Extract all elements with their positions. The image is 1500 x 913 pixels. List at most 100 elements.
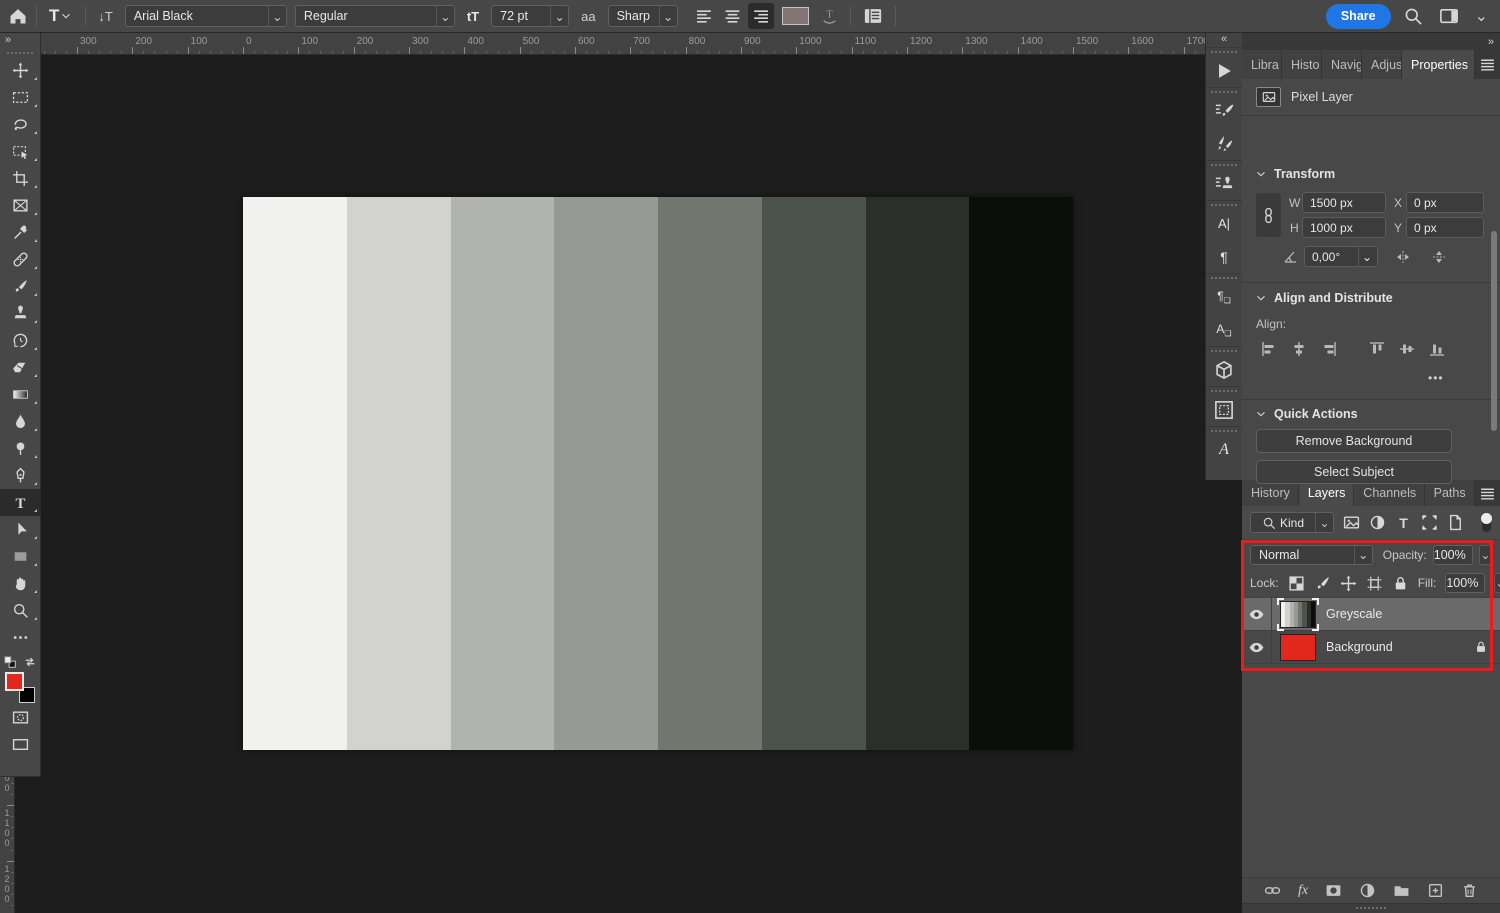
lock-position-icon[interactable] [1340, 575, 1357, 592]
tool-zoom[interactable] [0, 597, 41, 624]
panel-grip[interactable] [7, 52, 33, 54]
expand-tools-icon[interactable]: » [0, 33, 16, 48]
font-style-select[interactable]: Regular ⌄ [295, 5, 455, 27]
layer-name[interactable]: Greyscale [1326, 607, 1382, 621]
collapsed-panel-clone-source-icon[interactable] [1206, 167, 1243, 200]
add-layer-mask-icon[interactable] [1325, 882, 1342, 899]
new-adjustment-layer-icon[interactable] [1359, 882, 1376, 899]
delete-layer-icon[interactable] [1461, 882, 1478, 899]
layer-style-icon[interactable]: fx [1298, 883, 1308, 899]
default-colors-icon[interactable] [3, 655, 17, 669]
align-top-edges-icon[interactable] [1368, 341, 1386, 357]
foreground-color-well[interactable] [5, 672, 24, 691]
tool-dodge[interactable] [0, 435, 41, 462]
tab-histogram[interactable]: Histo [1282, 50, 1322, 79]
new-layer-icon[interactable] [1427, 882, 1444, 899]
collapse-strip-icon[interactable]: « [1221, 33, 1227, 47]
lock-paint-icon[interactable] [1314, 575, 1331, 592]
tool-path-selection[interactable] [0, 516, 41, 543]
collapsed-panel-glyphs-icon[interactable]: A [1206, 433, 1243, 466]
collapsed-panel-actions-play-icon[interactable] [1206, 54, 1243, 87]
properties-scrollbar[interactable] [1491, 231, 1497, 431]
opacity-scrubber[interactable]: ⌄ [1479, 545, 1492, 565]
panel-grip[interactable] [1211, 91, 1237, 93]
tool-rectangular-marquee[interactable] [0, 84, 41, 111]
panel-resize-grip[interactable] [1242, 903, 1500, 913]
panel-grip[interactable] [1211, 164, 1237, 166]
layer-row-background[interactable]: Background [1242, 631, 1500, 664]
tab-libraries[interactable]: Libra [1242, 50, 1282, 79]
tool-clone-stamp[interactable] [0, 300, 41, 327]
tool-frame[interactable] [0, 192, 41, 219]
opacity-input[interactable]: 100% [1433, 545, 1473, 565]
tool-blur[interactable] [0, 408, 41, 435]
collapsed-panel-pattern-preview-icon[interactable] [1206, 393, 1243, 426]
font-family-select[interactable]: Arial Black ⌄ [125, 5, 287, 27]
tool-object-selection[interactable] [0, 138, 41, 165]
warp-text-button[interactable]: T [817, 3, 842, 29]
align-horizontal-centers-icon[interactable] [1290, 341, 1308, 357]
new-group-icon[interactable] [1393, 882, 1410, 899]
filter-pixel-layers-icon[interactable] [1343, 514, 1360, 531]
collapsed-panel-paragraph-icon[interactable]: ¶ [1206, 240, 1243, 273]
remove-background-button[interactable]: Remove Background [1256, 429, 1452, 453]
lock-transparency-icon[interactable] [1288, 575, 1305, 592]
share-button[interactable]: Share [1326, 4, 1391, 29]
tool-healing-brush[interactable] [0, 246, 41, 273]
collapsed-panel-character-icon[interactable]: A| [1206, 207, 1243, 240]
tool-gradient[interactable] [0, 381, 41, 408]
tool-brush[interactable] [0, 273, 41, 300]
fill-input[interactable]: 100% [1445, 573, 1485, 593]
width-input[interactable]: 1500 px [1302, 192, 1386, 213]
select-subject-button[interactable]: Select Subject [1256, 460, 1452, 484]
panel-grip[interactable] [1211, 204, 1237, 206]
filter-kind-select[interactable]: Kind ⌄ [1250, 512, 1334, 533]
font-size-select[interactable]: 72 pt ⌄ [491, 5, 569, 27]
filter-toggle-switch[interactable] [1481, 513, 1492, 533]
text-orientation-button[interactable]: ↓T [94, 3, 116, 29]
tool-history-brush[interactable] [0, 327, 41, 354]
align-bottom-edges-icon[interactable] [1428, 341, 1446, 357]
panel-menu-icon[interactable] [1475, 50, 1500, 79]
tool-hand[interactable] [0, 570, 41, 597]
transform-section-header[interactable]: Transform [1254, 167, 1335, 181]
collapsed-panel-materials-3d-icon[interactable] [1206, 353, 1243, 386]
toggle-panels-button[interactable] [859, 3, 887, 29]
align-left-button[interactable] [692, 3, 718, 29]
panel-grip[interactable] [1211, 430, 1237, 432]
tab-adjustments[interactable]: Adjus [1362, 50, 1402, 79]
layer-row-greyscale[interactable]: Greyscale [1242, 598, 1500, 631]
link-dimensions-button[interactable] [1256, 193, 1281, 237]
collapsed-panel-paragraph-styles-icon[interactable]: ¶❏ [1206, 280, 1243, 313]
text-color-swatch[interactable] [782, 7, 809, 25]
flip-vertical-icon[interactable] [1430, 249, 1448, 265]
tab-properties[interactable]: Properties [1402, 50, 1475, 79]
align-left-edges-icon[interactable] [1260, 341, 1278, 357]
tool-type[interactable]: T [0, 489, 41, 516]
tool-pen[interactable] [0, 462, 41, 489]
canvas-greyscale-image[interactable] [243, 197, 1073, 750]
align-right-button[interactable] [748, 3, 774, 29]
angle-input[interactable]: 0,00° ⌄ [1304, 246, 1378, 267]
quick-actions-header[interactable]: Quick Actions [1254, 407, 1358, 421]
tool-eraser[interactable] [0, 354, 41, 381]
filter-type-layers-icon[interactable]: T [1395, 514, 1412, 531]
tool-lasso[interactable] [0, 111, 41, 138]
layer-thumbnail[interactable] [1280, 601, 1316, 628]
tool-eyedropper[interactable] [0, 219, 41, 246]
x-input[interactable]: 0 px [1406, 192, 1484, 213]
tool-rectangle-shape[interactable] [0, 543, 41, 570]
type-tool-indicator[interactable]: T [45, 3, 77, 29]
layer-visibility-eye-icon[interactable] [1242, 631, 1272, 663]
flip-horizontal-icon[interactable] [1394, 249, 1412, 265]
lock-all-icon[interactable] [1392, 575, 1409, 592]
align-right-edges-icon[interactable] [1320, 341, 1338, 357]
filter-smart-objects-icon[interactable] [1447, 514, 1464, 531]
tool-crop[interactable] [0, 165, 41, 192]
collapsed-panel-character-styles-icon[interactable]: A❏ [1206, 313, 1243, 346]
y-input[interactable]: 0 px [1406, 217, 1484, 238]
tool-move[interactable] [0, 57, 41, 84]
collapse-panel-icon[interactable]: » [1488, 36, 1494, 48]
panel-grip[interactable] [1211, 350, 1237, 352]
align-vertical-centers-icon[interactable] [1398, 341, 1416, 357]
